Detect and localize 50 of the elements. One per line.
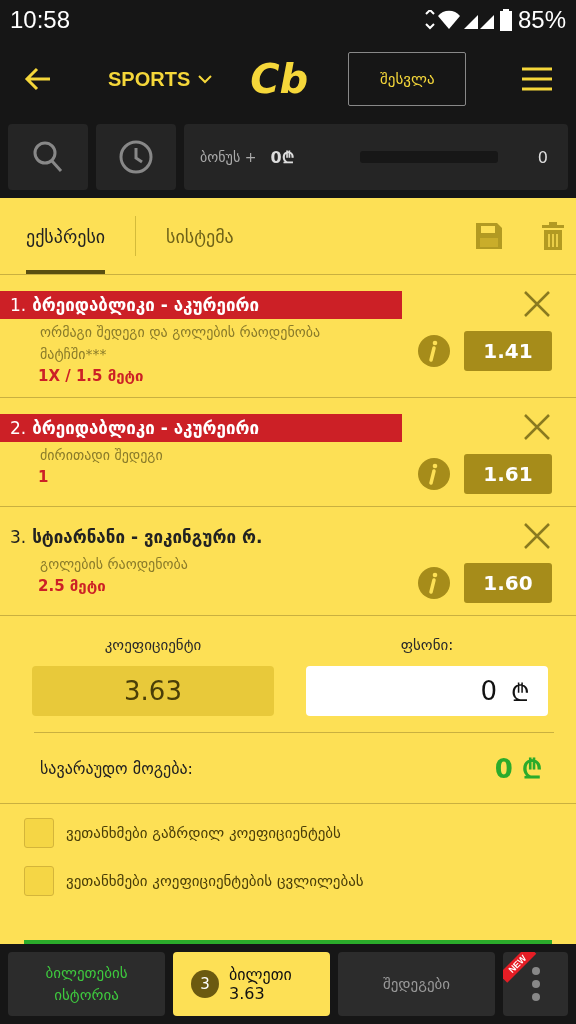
- stake-field[interactable]: 0 ₾: [306, 666, 548, 716]
- bet-type-tab[interactable]: ექსპრესი: [26, 198, 106, 274]
- bonus-amount: 0₾: [270, 147, 294, 168]
- market-name: გოლების რაოდენობა: [39, 555, 189, 574]
- match-title: 1. ბრეიდაბლიკი - აკურეირი: [0, 291, 402, 319]
- close-icon[interactable]: [524, 291, 550, 317]
- checkbox-label: ვეთანხმები გაზრდილ კოეფიციენტებს: [66, 824, 341, 842]
- bet-pick: 1: [37, 468, 50, 486]
- trash-icon[interactable]: [542, 222, 564, 250]
- total-odds: 3.63: [32, 666, 274, 716]
- battery-percent: 85%: [517, 6, 566, 34]
- login-button[interactable]: შესვლა: [348, 52, 467, 106]
- results-button[interactable]: შედეგები: [338, 952, 495, 1016]
- menu-icon[interactable]: [522, 67, 552, 91]
- info-icon[interactable]: [418, 458, 450, 490]
- more-dots-icon: [530, 966, 541, 1002]
- stake-label: ფსონი:: [400, 636, 454, 654]
- potential-win-amount: 0 ₾: [494, 753, 542, 786]
- close-icon[interactable]: [524, 523, 550, 549]
- info-icon[interactable]: [418, 335, 450, 367]
- signal-icon: [423, 10, 494, 30]
- bonus-count: 0: [537, 147, 548, 167]
- checkbox[interactable]: [24, 818, 54, 848]
- match-title: 2. ბრეიდაბლიკი - აკურეირი: [0, 414, 402, 442]
- bet-pick: 2.5 მეტი: [37, 577, 107, 595]
- chevron-down-icon: [198, 74, 213, 84]
- save-icon[interactable]: [476, 223, 502, 249]
- bonus-label: ბონუს +: [200, 149, 257, 165]
- odds-label: კოეფიციენტი: [104, 636, 202, 654]
- potential-win-label: სავარაუდო მოგება:: [40, 758, 193, 778]
- history-button[interactable]: [96, 124, 176, 190]
- checkbox-label: ვეთანხმები კოეფიციენტების ცვლილებას: [66, 872, 364, 890]
- close-icon[interactable]: [524, 414, 550, 440]
- bet-type-tab[interactable]: სისტემა: [166, 198, 234, 274]
- search-icon: [32, 140, 64, 174]
- checkbox[interactable]: [24, 866, 54, 896]
- match-title: 3. სტიარნანი - ვიკინგური რ.: [9, 526, 264, 549]
- status-time: 10:58: [10, 6, 71, 34]
- sport-dropdown[interactable]: SPORTS: [108, 67, 213, 91]
- ticket-button[interactable]: 3 ბილეთი 3.63: [173, 952, 330, 1016]
- clock-icon: [119, 140, 153, 174]
- bet-pick: 1X / 1.5 მეტი: [37, 367, 145, 385]
- search-button[interactable]: [8, 124, 88, 190]
- back-arrow-icon[interactable]: [24, 67, 52, 91]
- ticket-history-button[interactable]: ბილეთების ისტორია: [8, 952, 165, 1016]
- market-name: ძირითადი შედეგი: [39, 446, 164, 465]
- logo[interactable]: Cb: [250, 56, 309, 102]
- battery-icon: [499, 9, 512, 31]
- info-icon[interactable]: [418, 567, 450, 599]
- market-name: ორმაგი შედეგი და გოლების რაოდენობა მატჩში***: [39, 323, 322, 364]
